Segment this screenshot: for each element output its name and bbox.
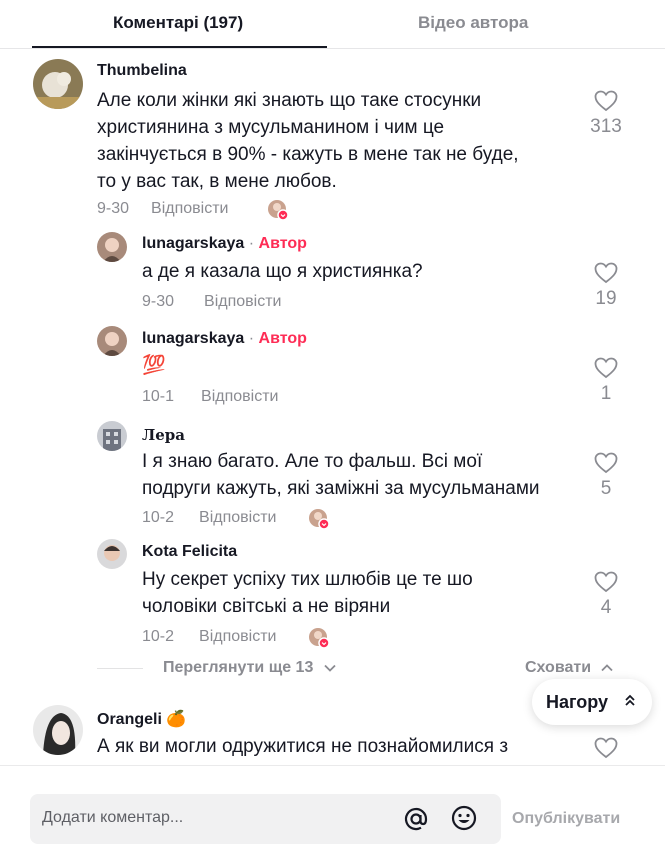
- reply-author-name[interactable]: lunagarskaya: [142, 235, 244, 252]
- like-button[interactable]: [586, 737, 626, 759]
- scroll-to-top-button[interactable]: Нагору: [532, 679, 652, 725]
- comment-composer: Додати коментар... Опублікувати: [0, 765, 665, 859]
- reply-text-line: І я знаю багато. Але то фальш. Всі мої: [142, 451, 483, 472]
- tab-comments[interactable]: Коментарі (197): [113, 13, 243, 33]
- scroll-to-top-label: Нагору: [546, 692, 609, 712]
- replies-divider: [97, 668, 143, 669]
- separator: ·: [248, 235, 255, 252]
- heart-icon: [594, 571, 618, 593]
- reply-text: І я знаю багато. Але то фальш. Всі мої п…: [142, 448, 540, 502]
- heart-icon: [594, 452, 618, 474]
- reply-text: Ну секрет успіху тих шлюбів це те шо чол…: [142, 566, 473, 620]
- comment-text-line: християнина з мусульманином і чим це: [97, 117, 445, 138]
- creator-badge: Автор: [258, 330, 307, 347]
- separator: ·: [248, 330, 255, 347]
- reply-button[interactable]: Відповісти: [201, 388, 278, 405]
- like-count: 4: [600, 597, 612, 618]
- reply-button[interactable]: Відповісти: [199, 628, 276, 645]
- avatar[interactable]: [97, 232, 127, 262]
- heart-icon: [594, 262, 618, 284]
- comment-text: А як ви могли одружитися не познайомилис…: [97, 733, 508, 765]
- comment-text-line: то у вас так, в мене любов.: [97, 171, 337, 192]
- reply-meta: 9-30 Відповісти: [142, 293, 281, 311]
- heart-icon: [594, 90, 618, 112]
- comment-author[interactable]: Orangeli 🍊: [97, 709, 186, 729]
- active-tab-indicator: [32, 46, 327, 48]
- like-count: 1: [600, 383, 612, 404]
- reply-date: 10-2: [142, 628, 175, 645]
- like-count: 19: [595, 288, 617, 309]
- reply-text-line: Ну секрет успіху тих шлюбів це те шо: [142, 569, 473, 590]
- reply-text: 💯: [142, 352, 166, 379]
- chevron-up-icon: [601, 663, 614, 671]
- like-button[interactable]: 5: [586, 452, 626, 500]
- comment-text-line: А як ви могли одружитися не познайомилис…: [97, 736, 509, 757]
- double-chevron-up-icon: [624, 692, 636, 713]
- comment-meta: 9-30 Відповісти: [97, 200, 228, 218]
- hide-label: Сховати: [525, 659, 592, 676]
- comment-text: Але коли жінки які знають що таке стосун…: [97, 87, 519, 195]
- view-more-replies-button[interactable]: Переглянути ще 13: [163, 659, 336, 677]
- like-count: 313: [590, 116, 622, 137]
- creator-badge: Автор: [258, 235, 307, 252]
- mention-icon[interactable]: [402, 805, 430, 838]
- reply-author[interactable]: Kota Felicita: [142, 543, 237, 561]
- reply-button[interactable]: Відповісти: [204, 293, 281, 310]
- reply-author[interactable]: Лера: [142, 426, 185, 444]
- reply-meta: 10-2 Відповісти: [142, 628, 276, 646]
- liked-by-creator-icon: [308, 627, 330, 649]
- avatar[interactable]: [33, 705, 83, 755]
- reply-author-name[interactable]: lunagarskaya: [142, 330, 244, 347]
- comment-date: 9-30: [97, 200, 130, 217]
- like-button[interactable]: 19: [586, 262, 626, 310]
- like-button[interactable]: 4: [586, 571, 626, 619]
- like-count: 5: [600, 478, 612, 499]
- comment-text-line: закінчується в 90% - кажуть в мене так н…: [97, 144, 519, 165]
- avatar[interactable]: [97, 326, 127, 356]
- view-more-label: Переглянути ще 13: [163, 659, 314, 676]
- comment-input[interactable]: Додати коментар...: [30, 794, 501, 844]
- reply-text-line: а де я казала що я християнка?: [142, 261, 423, 282]
- comment-input-placeholder: Додати коментар...: [42, 809, 184, 826]
- heart-icon: [594, 357, 618, 379]
- reply-meta: 10-2 Відповісти: [142, 509, 276, 527]
- reply-text: а де я казала що я християнка?: [142, 258, 423, 285]
- reply-date: 10-1: [142, 388, 175, 405]
- reply-date: 10-2: [142, 509, 175, 526]
- hide-replies-button[interactable]: Сховати: [525, 659, 614, 677]
- reply-button[interactable]: Відповісти: [199, 509, 276, 526]
- avatar[interactable]: [97, 421, 127, 451]
- emoji-icon[interactable]: [450, 804, 478, 837]
- like-button[interactable]: 1: [586, 357, 626, 405]
- reply-author[interactable]: lunagarskaya · Автор: [142, 330, 307, 348]
- reply-text-line: подруги кажуть, які заміжні за мусульман…: [142, 478, 540, 499]
- reply-button[interactable]: Відповісти: [151, 200, 228, 217]
- avatar[interactable]: [33, 59, 83, 109]
- tab-bar: Коментарі (197) Відео автора: [0, 0, 665, 49]
- like-button[interactable]: 313: [586, 90, 626, 138]
- tab-creator-videos[interactable]: Відео автора: [418, 13, 528, 33]
- reply-meta: 10-1 Відповісти: [142, 388, 278, 406]
- post-button[interactable]: Опублікувати: [512, 810, 620, 828]
- liked-by-creator-icon: [267, 199, 289, 221]
- liked-by-creator-icon: [308, 508, 330, 530]
- reply-date: 9-30: [142, 293, 175, 310]
- avatar[interactable]: [97, 539, 127, 569]
- reply-author[interactable]: lunagarskaya · Автор: [142, 235, 307, 253]
- reply-text-line: чоловіки світські а не віряни: [142, 596, 391, 617]
- reply-text-line: 💯: [142, 355, 166, 376]
- comment-author[interactable]: Thumbelina: [97, 62, 187, 80]
- heart-icon: [594, 737, 618, 759]
- chevron-down-icon: [324, 664, 336, 672]
- comment-text-line: Але коли жінки які знають що таке стосун…: [97, 90, 482, 111]
